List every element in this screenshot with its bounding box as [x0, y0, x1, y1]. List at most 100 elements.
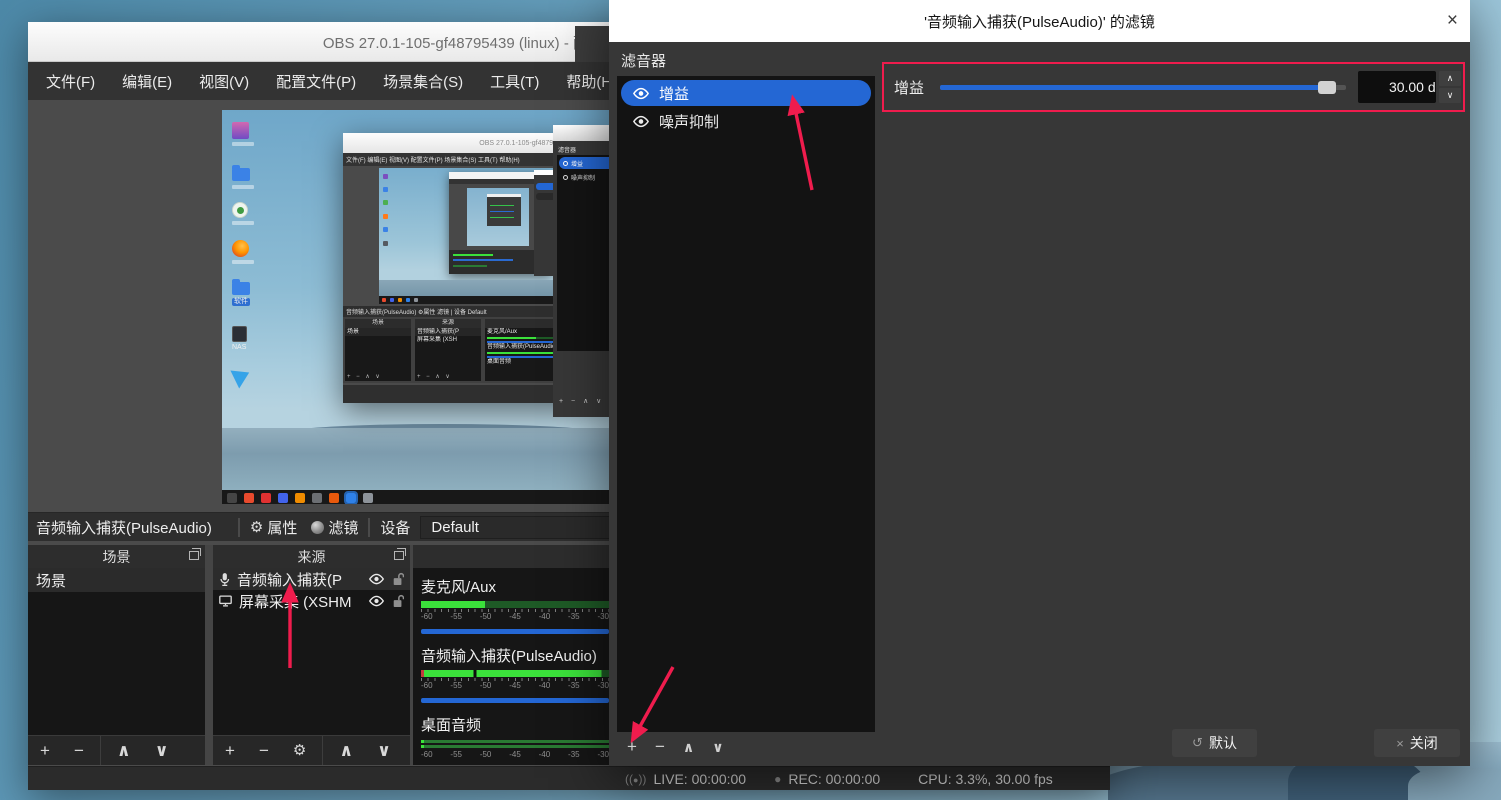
dialog-title: '音频输入捕获(PulseAudio)' 的滤镜	[924, 13, 1155, 31]
menu-edit[interactable]: 编辑(E)	[122, 71, 172, 92]
desktop-icon-screenshot	[232, 122, 254, 146]
inner-preview	[379, 168, 575, 304]
wallpaper-shape	[1408, 768, 1501, 800]
device-label: 设备	[380, 519, 411, 537]
background-window-fragment	[575, 26, 609, 62]
dialog-titlebar[interactable]: '音频输入捕获(PulseAudio)' 的滤镜 ×	[609, 0, 1470, 42]
defaults-button[interactable]: ↺ 默认	[1172, 729, 1257, 757]
filter-up-button[interactable]: ∧	[683, 739, 694, 756]
sources-panel: 来源 音频输入捕获(P 屏幕采集 (XSHM + − ⚙ ∧ ∨	[213, 545, 410, 765]
scenes-toolbar: + − ∧ ∨	[28, 735, 205, 765]
slider-fill	[940, 85, 1322, 90]
main-window-title: OBS 27.0.1-105-gf48795439 (linux) - 配置	[322, 34, 603, 52]
mic-icon	[220, 572, 230, 586]
audio-meter	[421, 745, 609, 748]
inner-scenes-panel: 场景 场景 + − ∧ ∨	[345, 319, 411, 381]
live-status: ((●)) LIVE: 00:00:00	[625, 770, 747, 787]
filters-list-toolbar: + − ∧ ∨	[617, 732, 875, 762]
gain-setting-row: 增益 30.00 dB ∧ ∨	[884, 64, 1465, 110]
gain-label: 增益	[894, 79, 925, 97]
source-up-button[interactable]: ∧	[339, 742, 353, 759]
source-row-audio-capture[interactable]: 音频输入捕获(P	[213, 568, 410, 590]
add-filter-button[interactable]: +	[627, 737, 637, 757]
audio-filters-label: 滤音器	[621, 53, 667, 70]
reset-icon: ↺	[1192, 735, 1203, 750]
record-dot-icon: ●	[774, 771, 782, 786]
filter-down-button[interactable]: ∨	[712, 739, 723, 756]
toolbar-separator	[99, 735, 101, 765]
popout-icon[interactable]	[394, 548, 406, 560]
popout-icon[interactable]	[189, 548, 201, 560]
menu-view[interactable]: 视图(V)	[199, 71, 249, 92]
add-scene-button[interactable]: +	[40, 742, 50, 759]
scene-down-button[interactable]: ∨	[155, 742, 169, 759]
audio-meter	[421, 601, 609, 608]
visibility-eye-icon[interactable]	[632, 115, 650, 128]
inner-sources-panel: 来源 音频输入捕获(P 屏幕采集 (XSH + − ∧ ∨	[415, 319, 481, 381]
close-button[interactable]: × 关闭	[1374, 729, 1460, 757]
filters-button[interactable]: 滤镜	[311, 517, 358, 538]
filter-icon	[311, 520, 325, 534]
remove-filter-button[interactable]: −	[655, 737, 665, 757]
sources-title: 来源	[297, 548, 326, 565]
cpu-status: CPU: 3.3%, 30.00 fps	[918, 770, 1053, 787]
unlock-icon[interactable]	[392, 572, 404, 586]
audio-meter	[421, 740, 609, 743]
visibility-eye-icon[interactable]	[368, 595, 385, 607]
scenes-panel: 场景 场景 + − ∧ ∨	[28, 545, 205, 765]
status-bar: ((●)) LIVE: 00:00:00 ● REC: 00:00:00 CPU…	[28, 766, 1110, 790]
sources-panel-header[interactable]: 来源	[213, 545, 410, 568]
scenes-title: 场景	[102, 548, 131, 565]
visibility-eye-icon[interactable]	[368, 573, 385, 585]
menu-tools[interactable]: 工具(T)	[490, 71, 539, 92]
scene-up-button[interactable]: ∧	[117, 742, 131, 759]
inner-inner-preview	[467, 188, 529, 246]
gain-value-text: 30.00 dB	[1388, 79, 1436, 95]
add-source-button[interactable]: +	[225, 742, 235, 759]
meter-tick-labels: -60 -55 -50 -45 -40 -35 -30	[421, 612, 609, 621]
desktop-icon-plane	[230, 363, 254, 389]
unlock-icon[interactable]	[392, 594, 404, 608]
gain-slider[interactable]	[940, 80, 1346, 94]
toolbar-separator	[237, 517, 240, 537]
scenes-panel-header[interactable]: 场景	[28, 545, 205, 568]
gain-value-input[interactable]: 30.00 dB	[1358, 71, 1436, 103]
close-x-icon: ×	[1396, 735, 1404, 751]
display-icon	[219, 595, 232, 607]
filters-list[interactable]: 增益 噪声抑制	[617, 76, 875, 732]
menu-profile[interactable]: 配置文件(P)	[276, 71, 356, 92]
source-row-screen-capture[interactable]: 屏幕采集 (XSHM	[213, 590, 410, 612]
desktop-icon-folder: 软件	[232, 279, 250, 306]
desktop-icon-firefox	[232, 240, 254, 264]
spin-down-icon[interactable]: ∨	[1439, 88, 1461, 103]
desktop-icon-app	[232, 202, 254, 225]
filters-dialog: '音频输入捕获(PulseAudio)' 的滤镜 × 滤音器 增益 噪声抑制 +…	[609, 0, 1470, 766]
filter-item-gain[interactable]: 增益	[621, 80, 871, 106]
audio-meter	[421, 670, 609, 677]
filter-item-noise-suppression[interactable]: 噪声抑制	[621, 108, 871, 134]
selected-source-name: 音频输入捕获(PulseAudio)	[36, 519, 212, 537]
source-properties-gear-icon[interactable]: ⚙	[293, 743, 306, 758]
slider-handle[interactable]	[1317, 81, 1336, 94]
gear-icon: ⚙	[249, 518, 264, 536]
spin-up-icon[interactable]: ∧	[1439, 71, 1461, 86]
remove-source-button[interactable]: −	[259, 742, 269, 759]
source-down-button[interactable]: ∨	[377, 742, 391, 759]
gain-spin-buttons: ∧ ∨	[1439, 71, 1461, 103]
desktop-icon-nas: NAS	[232, 326, 247, 352]
meter-tick-labels: -60 -55 -50 -45 -40 -35 -30	[421, 750, 609, 759]
visibility-eye-icon[interactable]	[632, 87, 650, 100]
sources-toolbar: + − ⚙ ∧ ∨	[213, 735, 410, 765]
toolbar-separator	[368, 517, 371, 537]
properties-button[interactable]: ⚙ 属性	[250, 517, 297, 538]
rec-status: ● REC: 00:00:00	[774, 770, 881, 787]
scene-list-item[interactable]: 场景	[28, 568, 205, 592]
remove-scene-button[interactable]: −	[74, 742, 84, 759]
close-icon[interactable]: ×	[1447, 0, 1458, 42]
meter-tick-labels: -60 -55 -50 -45 -40 -35 -30	[421, 681, 609, 690]
menu-scene-collection[interactable]: 场景集合(S)	[383, 71, 463, 92]
broadcast-icon: ((●))	[625, 771, 647, 786]
menu-file[interactable]: 文件(F)	[46, 71, 95, 92]
toolbar-separator	[322, 735, 324, 765]
desktop-icon-folder	[232, 165, 254, 189]
